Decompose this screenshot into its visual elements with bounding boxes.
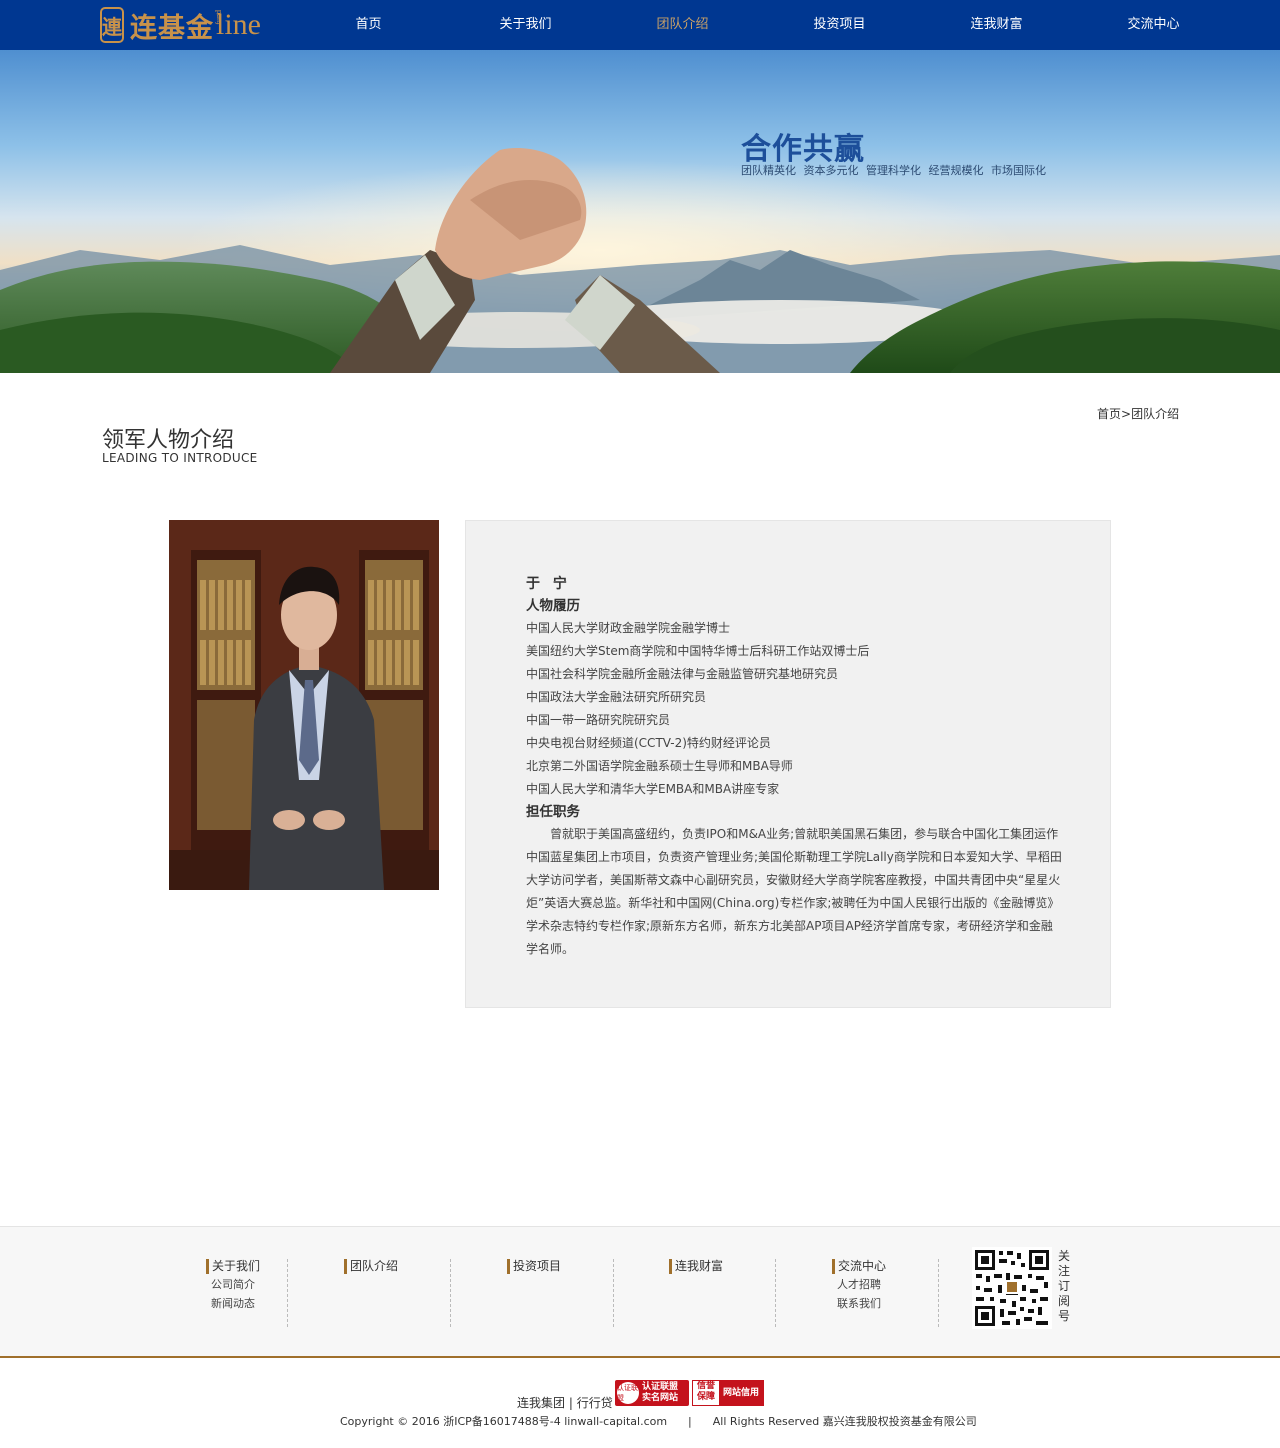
profile-info-panel: 于 宁 人物履历 中国人民大学财政金融学院金融学博士 美国纽约大学Stem商学院… [465,520,1111,1008]
nav-item-exchange[interactable]: 交流中心 [1075,0,1232,50]
nav-item-wealth[interactable]: 连我财富 [918,0,1075,50]
footer-column-title[interactable]: 团队介绍 [344,1259,484,1274]
footer-column-title[interactable]: 连我财富 [669,1259,809,1274]
footer-column-exchange: 交流中心 人才招聘 联系我们 [832,1259,972,1312]
resume-heading: 人物履历 [526,598,580,614]
footer-link-company-profile[interactable]: 公司简介 [206,1276,346,1293]
credit-badge[interactable]: 信誉 保障 网站信用 [692,1380,764,1406]
credit-line-2: 保障 [696,1392,715,1402]
certification-line-2: 实名网站 [642,1393,679,1403]
section-title: 领军人物介绍 [102,428,235,453]
footer: 关于我们 公司简介 新闻动态 团队介绍 投资项目 连我财富 交流中心 人才招聘 … [0,1226,1280,1356]
footer-column-title[interactable]: 投资项目 [507,1259,647,1274]
footer-column-projects: 投资项目 [507,1259,647,1274]
banner-landscape-image [0,148,1280,373]
qr-code-icon [972,1247,1052,1329]
certification-line-1: 认证联盟 [642,1382,679,1392]
footer-divider [613,1259,614,1327]
breadcrumb-home-link[interactable]: 首页 [1097,407,1121,421]
footer-divider [450,1259,451,1327]
credit-badge-right: 网站信用 [719,1381,763,1405]
nav-item-home[interactable]: 首页 [290,0,447,50]
nav-item-projects[interactable]: 投资项目 [761,0,918,50]
section-subtitle: LEADING TO INTRODUCE [102,451,258,465]
qr-code-label: 关注订阅号 [1058,1249,1071,1323]
resume-line: 中国人民大学财政金融学院金融学博士 [526,621,731,635]
portrait-image [169,520,439,890]
group-links: 连我集团 | 行行贷 [517,1394,613,1411]
copyright-text: Copyright © 2016 浙ICP备16017488号-4 linwal… [340,1415,977,1428]
footer-link-contact[interactable]: 联系我们 [832,1295,972,1312]
footer-divider [938,1259,939,1327]
hero-banner: 合作共赢 团队精英化 资本多元化 管理科学化 经营规模化 市场国际化 [0,50,1280,373]
group-link-linwall[interactable]: 连我集团 [517,1396,565,1410]
breadcrumb-current[interactable]: 团队介绍 [1131,407,1179,421]
logo-english-small: fund [214,10,223,25]
nav-item-about[interactable]: 关于我们 [447,0,604,50]
certification-seal-icon: 认证联盟 [617,1382,639,1404]
resume-line: 中国人民大学和清华大学EMBA和MBA讲座专家 [526,782,780,796]
nav-item-team[interactable]: 团队介绍 [604,0,761,50]
duties-paragraph: 曾就职于美国高盛纽约，负责IPO和M&A业务;曾就职美国黑石集团，参与联合中国化… [526,827,1062,956]
footer-link-recruitment[interactable]: 人才招聘 [832,1276,972,1293]
banner-subtitle: 团队精英化 资本多元化 管理科学化 经营规模化 市场国际化 [741,164,1046,177]
bottom-bar: 连我集团 | 行行贷 认证联盟 认证联盟 实名网站 信誉 保障 网站信用 Cop… [0,1358,1280,1448]
certification-badge[interactable]: 认证联盟 认证联盟 实名网站 [615,1380,689,1406]
footer-column-about: 关于我们 公司简介 新闻动态 [206,1259,346,1312]
footer-column-title[interactable]: 交流中心 [832,1259,972,1274]
group-link-hanghangdai[interactable]: 行行贷 [577,1396,613,1410]
logo-seal-icon: 連 [100,7,124,43]
logo-english-text: fund line [214,8,261,42]
resume-line: 美国纽约大学Stem商学院和中国特华博士后科研工作站双博士后 [526,644,870,658]
resume-line: 中央电视台财经频道(CCTV-2)特约财经评论员 [526,736,771,750]
main-nav: 首页 关于我们 团队介绍 投资项目 连我财富 交流中心 [290,0,1232,50]
profile-info-content: 于 宁 人物履历 中国人民大学财政金融学院金融学博士 美国纽约大学Stem商学院… [526,573,1062,961]
resume-line: 北京第二外国语学院金融系硕士生导师和MBA导师 [526,759,793,773]
resume-line: 中国一带一路研究院研究员 [526,713,671,727]
top-header: 連 连基金 fund line 首页 关于我们 团队介绍 投资项目 连我财富 交… [0,0,1280,50]
credit-badge-left: 信誉 保障 [693,1381,719,1405]
breadcrumb-separator: > [1121,407,1132,421]
footer-link-news[interactable]: 新闻动态 [206,1295,346,1312]
breadcrumb: 首页>团队介绍 [1097,405,1179,422]
resume-line: 中国政法大学金融法研究所研究员 [526,690,707,704]
footer-column-title[interactable]: 关于我们 [206,1259,346,1274]
certification-badge-text: 认证联盟 实名网站 [642,1382,678,1404]
resume-line: 中国社会科学院金融所金融法律与金融监管研究基地研究员 [526,667,839,681]
credit-line-1: 信誉 [696,1381,715,1391]
profile-photo [169,520,439,890]
group-link-separator: | [568,1396,573,1410]
footer-divider [287,1259,288,1327]
footer-divider [775,1259,776,1327]
footer-column-team: 团队介绍 [344,1259,484,1274]
person-name: 于 宁 [526,576,571,592]
duties-heading: 担任职务 [526,804,580,820]
footer-column-wealth: 连我财富 [669,1259,809,1274]
site-logo[interactable]: 連 连基金 fund line [100,4,261,46]
logo-chinese-text: 连基金 [130,12,214,44]
